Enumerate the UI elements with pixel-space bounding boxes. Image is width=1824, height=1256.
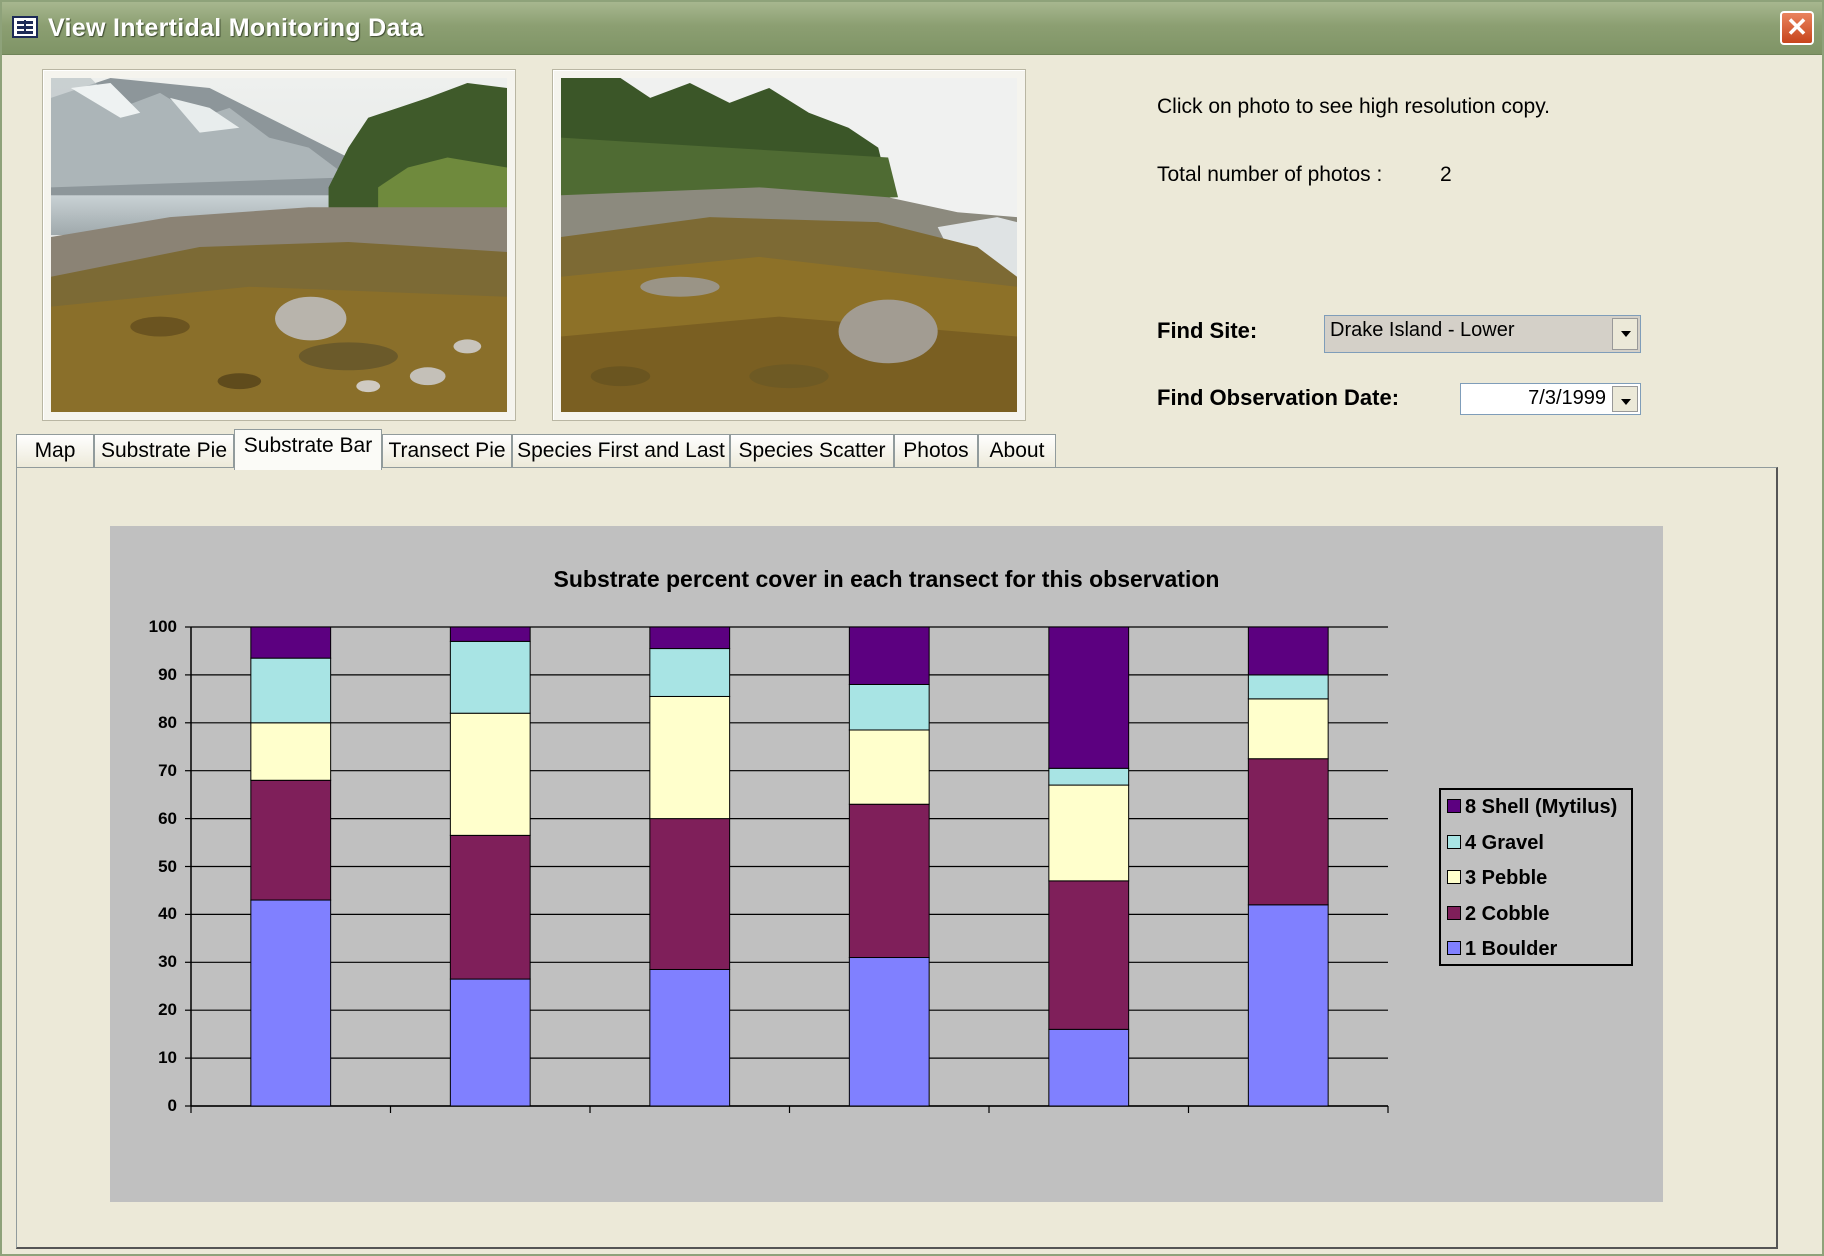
legend-swatch — [1447, 870, 1461, 884]
tab-transect-pie[interactable]: Transect Pie — [382, 434, 512, 468]
bar-segment — [1048, 767, 1130, 786]
tab-species-first-and-last[interactable]: Species First and Last — [512, 434, 730, 468]
bar-segment — [250, 779, 332, 901]
find-date-combobox[interactable]: 7/3/1999 — [1460, 383, 1641, 415]
bar-segment — [848, 957, 930, 1107]
bar-segment — [1247, 758, 1329, 906]
legend-item: 1 Boulder — [1447, 938, 1557, 964]
legend-item: 2 Cobble — [1447, 903, 1549, 929]
window-title: View Intertidal Monitoring Data — [48, 14, 424, 42]
legend-item: 8 Shell (Mytilus) — [1447, 796, 1617, 822]
tab-map[interactable]: Map — [16, 434, 94, 468]
bar-segment — [449, 626, 531, 642]
site-photo-2[interactable] — [561, 78, 1017, 412]
bar-segment — [848, 626, 930, 685]
find-site-combobox[interactable]: Drake Island - Lower — [1324, 315, 1641, 353]
bar-segment — [649, 626, 731, 650]
legend-swatch — [1447, 905, 1461, 920]
bar-segment — [449, 978, 531, 1107]
close-button[interactable]: ✕ — [1780, 11, 1814, 45]
tab-photos[interactable]: Photos — [894, 434, 978, 468]
bar-segment — [848, 683, 930, 731]
photo-hint-text: Click on photo to see high resolution co… — [1157, 95, 1551, 118]
find-date-value: 7/3/1999 — [1528, 387, 1606, 409]
bar-segment — [1247, 904, 1329, 1107]
bar-segment — [1048, 880, 1130, 1030]
bar-segment — [250, 657, 332, 724]
legend-swatch — [1447, 799, 1461, 813]
total-photos-value: 2 — [1440, 163, 1452, 186]
bar-segment — [250, 899, 332, 1107]
chevron-down-icon[interactable] — [1612, 318, 1638, 350]
bar-segment — [848, 729, 930, 805]
bar-segment — [1247, 674, 1329, 700]
chart-legend: 8 Shell (Mytilus) 4 Gravel 3 Pebble 2 Cobbl… — [1439, 788, 1633, 966]
photo-thumbnail-2[interactable] — [552, 69, 1026, 421]
legend-label: 8 Shell (Mytilus) — [1465, 796, 1618, 818]
legend-item: 4 Gravel — [1447, 832, 1544, 858]
legend-label: 1 Boulder — [1465, 938, 1558, 960]
chart-plot — [185, 626, 1389, 1113]
form-icon — [12, 16, 38, 38]
bar-segment — [1247, 698, 1329, 760]
legend-label: 3 Pebble — [1465, 867, 1548, 889]
bar-segment — [649, 695, 731, 820]
bar-segment — [250, 626, 332, 659]
bar-segment — [1048, 626, 1130, 769]
tab-species-scatter[interactable]: Species Scatter — [730, 434, 894, 468]
title-bar[interactable]: View Intertidal Monitoring Data ✕ — [2, 2, 1822, 55]
bar-segment — [449, 712, 531, 836]
bar-segment — [1247, 626, 1329, 676]
bar-segment — [449, 834, 531, 980]
chevron-down-icon[interactable] — [1612, 386, 1638, 412]
total-photos-label: Total number of photos : — [1157, 163, 1383, 186]
bar-segment — [1048, 1028, 1130, 1107]
legend-label: 4 Gravel — [1465, 831, 1544, 854]
tab-about[interactable]: About — [978, 434, 1056, 468]
tab-substrate-bar[interactable]: Substrate Bar — [234, 429, 382, 470]
bar-segment — [649, 968, 731, 1107]
find-date-label: Find Observation Date: — [1157, 385, 1400, 410]
photo-thumbnail-1[interactable] — [42, 69, 516, 421]
bar-segment — [250, 722, 332, 781]
bar-segment — [848, 803, 930, 959]
bar-segment — [449, 640, 531, 714]
find-site-value: Drake Island - Lower — [1330, 319, 1515, 341]
legend-item: 3 Pebble — [1447, 867, 1547, 893]
bar-segment — [1048, 784, 1130, 882]
site-photo-1[interactable] — [51, 78, 507, 412]
legend-swatch — [1447, 834, 1461, 849]
tab-substrate-pie[interactable]: Substrate Pie — [94, 434, 234, 468]
app-window: View Intertidal Monitoring Data ✕ Click … — [0, 0, 1824, 1256]
substrate-bar-chart: Substrate percent cover in each transect… — [110, 526, 1663, 1202]
bar-segment — [649, 818, 731, 970]
legend-swatch — [1447, 941, 1461, 955]
find-site-label: Find Site: — [1157, 318, 1258, 343]
legend-label: 2 Cobble — [1465, 902, 1550, 925]
bar-segment — [649, 648, 731, 697]
